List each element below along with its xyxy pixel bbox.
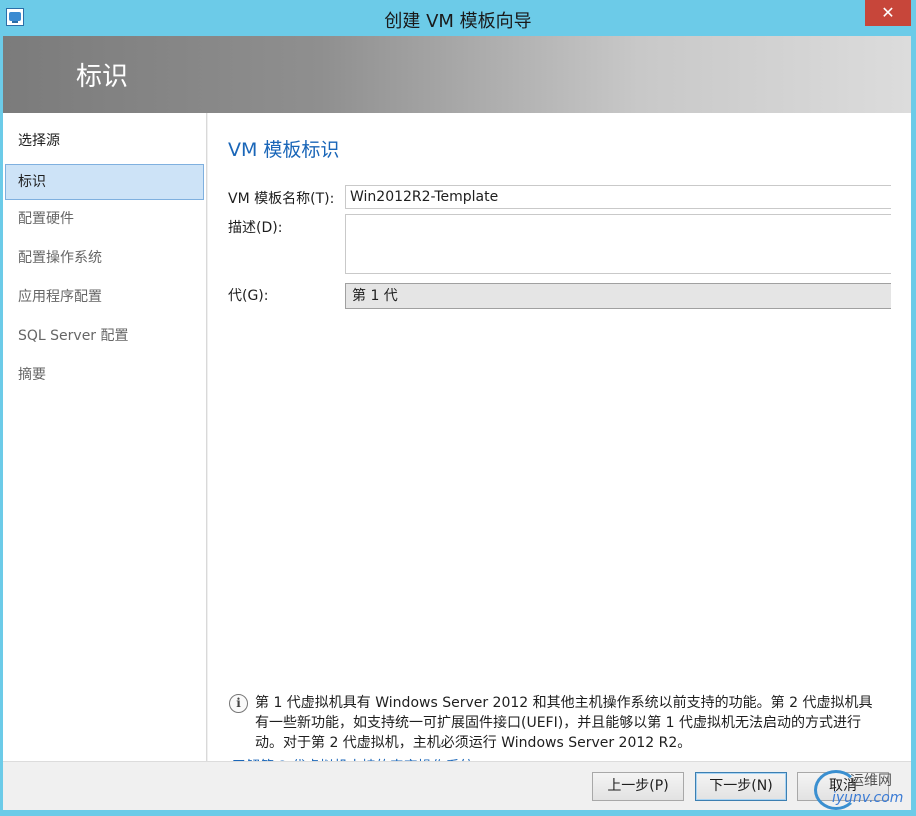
previous-button[interactable]: 上一步(P) bbox=[592, 772, 684, 801]
close-button[interactable]: ✕ bbox=[865, 0, 911, 26]
nav-item-configure-hardware[interactable]: 配置硬件 bbox=[5, 201, 204, 237]
banner-title: 标识 bbox=[76, 62, 129, 92]
info-text-line-3: 动。对于第 2 代虚拟机，主机必须运行 Windows Server 2012 … bbox=[255, 735, 692, 751]
wizard-client-area: 标识 选择源 标识 配置硬件 配置操作系统 应用程序配置 SQL Server … bbox=[3, 36, 911, 810]
title-bar[interactable]: 创建 VM 模板向导 ✕ bbox=[0, 0, 916, 36]
page-title: VM 模板标识 bbox=[228, 139, 340, 161]
nav-item-sql-server-config[interactable]: SQL Server 配置 bbox=[5, 318, 204, 354]
nav-item-identity[interactable]: 标识 bbox=[5, 164, 204, 200]
generation-label: 代(G): bbox=[228, 288, 269, 304]
content-pane: VM 模板标识 VM 模板名称(T): 描述(D): 代(G): 第 1 代 i… bbox=[208, 113, 911, 775]
info-icon: i bbox=[229, 694, 248, 713]
next-button[interactable]: 下一步(N) bbox=[695, 772, 787, 801]
description-textarea[interactable] bbox=[345, 214, 891, 274]
window-title: 创建 VM 模板向导 bbox=[384, 11, 532, 32]
watermark-bottom-text: iyunv.com bbox=[832, 790, 904, 806]
nav-item-select-source[interactable]: 选择源 bbox=[5, 123, 204, 159]
nav-item-app-config[interactable]: 应用程序配置 bbox=[5, 279, 204, 315]
wizard-footer: 上一步(P) 下一步(N) 取消 bbox=[3, 761, 911, 810]
template-name-label: VM 模板名称(T): bbox=[228, 191, 335, 207]
site-watermark: 运维网 iyunv.com bbox=[812, 764, 916, 814]
generation-select[interactable]: 第 1 代 bbox=[345, 283, 891, 309]
description-label: 描述(D): bbox=[228, 220, 283, 236]
template-name-input[interactable] bbox=[345, 185, 891, 209]
wizard-window: 创建 VM 模板向导 ✕ 标识 选择源 标识 配置硬件 配置操作系统 应用程序配… bbox=[0, 0, 916, 816]
watermark-top-text: 运维网 bbox=[850, 773, 892, 789]
page-banner: 标识 bbox=[3, 36, 911, 113]
info-text-line-1: 第 1 代虚拟机具有 Windows Server 2012 和其他主机操作系统… bbox=[255, 695, 873, 711]
info-text-line-2: 有一些新功能，如支持统一可扩展固件接口(UEFI)，并且能够以第 1 代虚拟机无… bbox=[255, 715, 862, 731]
nav-item-configure-os[interactable]: 配置操作系统 bbox=[5, 240, 204, 276]
wizard-step-nav: 选择源 标识 配置硬件 配置操作系统 应用程序配置 SQL Server 配置 … bbox=[3, 113, 207, 761]
nav-item-summary[interactable]: 摘要 bbox=[5, 357, 204, 393]
